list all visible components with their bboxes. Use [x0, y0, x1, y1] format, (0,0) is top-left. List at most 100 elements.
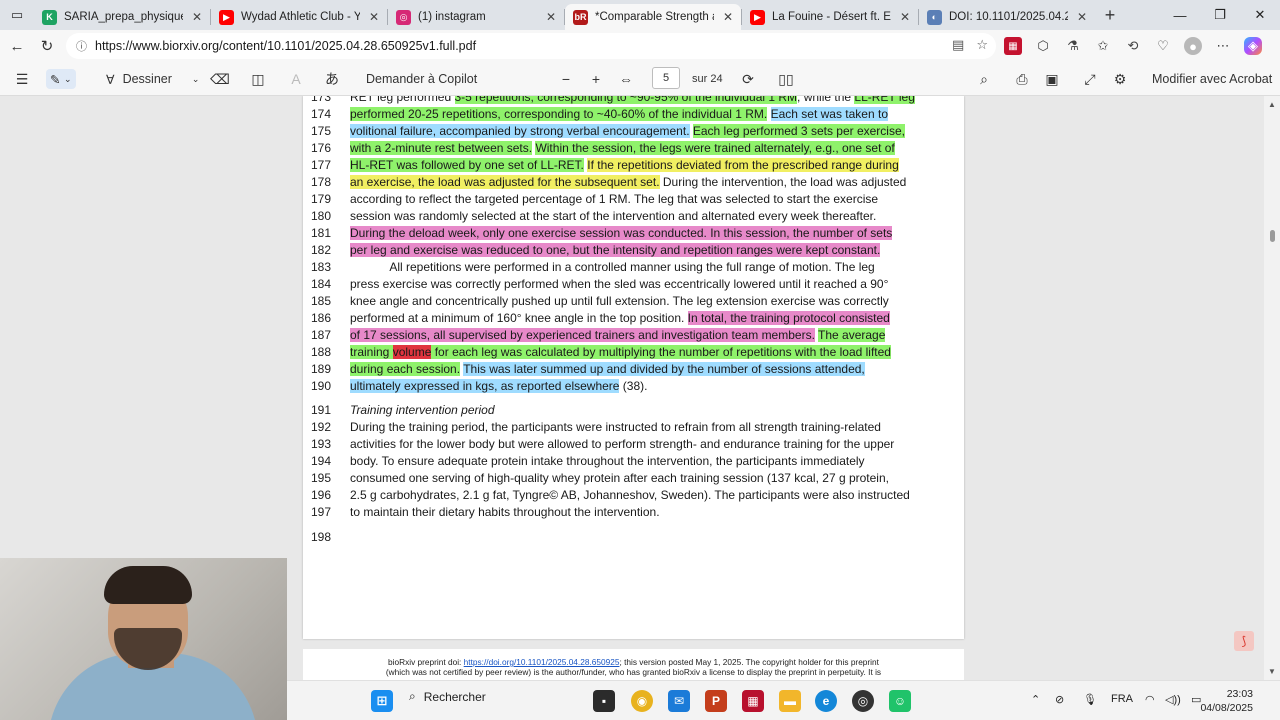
line-text[interactable]: ultimately expressed in kgs, as reported… — [350, 378, 647, 395]
tab-close-icon[interactable]: ✕ — [898, 10, 912, 24]
highlight-tool-button[interactable]: ✎ ⌄ — [46, 69, 76, 89]
volume-icon[interactable]: ◁)) — [1165, 693, 1181, 706]
page-number-input[interactable]: 5 — [652, 67, 680, 89]
address-bar[interactable]: ⓘ https://www.biorxiv.org/content/10.110… — [66, 33, 996, 59]
scrollbar-thumb[interactable] — [1270, 230, 1275, 242]
ask-copilot-button[interactable]: Demander à Copilot — [366, 69, 477, 89]
network-offline-icon[interactable]: ⊘ — [1055, 693, 1064, 706]
pdf-extension-icon[interactable]: ▦ — [1004, 37, 1022, 55]
tab-close-icon[interactable]: ✕ — [544, 10, 558, 24]
pdf-next-page[interactable]: bioRxiv preprint doi: https://doi.org/10… — [303, 649, 964, 680]
line-text[interactable]: body. To ensure adequate protein intake … — [350, 453, 865, 470]
copilot-icon[interactable]: ◈ — [1244, 37, 1262, 55]
line-text[interactable]: an exercise, the load was adjusted for t… — [350, 174, 906, 191]
task-view-icon[interactable]: ▪ — [593, 690, 615, 712]
start-windows-icon[interactable]: ⊞ — [371, 690, 393, 712]
wifi-icon[interactable]: ◠ — [1145, 693, 1155, 706]
url-text[interactable]: https://www.biorxiv.org/content/10.1101/… — [95, 39, 476, 53]
chrome-icon[interactable]: ◉ — [631, 690, 653, 712]
tab-close-icon[interactable]: ✕ — [1075, 10, 1089, 24]
line-text[interactable]: volitional failure, accompanied by stron… — [350, 123, 905, 140]
browser-tab[interactable]: ◐ DOI: 10.1101/2025.04.28.65 ✕ — [919, 4, 1095, 30]
line-text[interactable]: performed at a minimum of 160° knee angl… — [350, 310, 890, 327]
favorite-star-icon[interactable]: ☆ — [976, 37, 988, 53]
line-text[interactable]: per leg and exercise was reduced to one,… — [350, 242, 881, 259]
zoom-out-icon[interactable]: − — [556, 69, 576, 89]
tab-close-icon[interactable]: ✕ — [721, 10, 735, 24]
favorites-icon[interactable]: ✩ — [1094, 37, 1112, 55]
blue-app-icon[interactable]: ✉ — [668, 690, 690, 712]
microphone-icon[interactable]: 🎙 — [1083, 693, 1097, 706]
browser-tab[interactable]: ▶ Wydad Athletic Club - YouTu ✕ — [211, 4, 387, 30]
language-indicator[interactable]: FRA — [1111, 693, 1133, 705]
tab-close-icon[interactable]: ✕ — [367, 10, 381, 24]
minimize-icon[interactable]: — — [1160, 0, 1200, 30]
browser-tab[interactable]: K SARIA_prepa_physique Stre ✕ — [34, 4, 210, 30]
translate-icon[interactable]: あ — [322, 69, 342, 89]
line-text[interactable]: consumed one serving of high-quality whe… — [350, 470, 889, 487]
profile-avatar[interactable]: ● — [1184, 37, 1202, 55]
eraser-icon[interactable]: ⌫ — [210, 69, 230, 89]
new-tab-button[interactable]: + — [1095, 5, 1125, 26]
line-text[interactable]: session was randomly selected at the sta… — [350, 208, 876, 225]
zoom-in-icon[interactable]: + — [586, 69, 606, 89]
line-text[interactable]: during each session. This was later summ… — [350, 361, 865, 378]
edit-with-acrobat-button[interactable]: Modifier avec Acrobat — [1152, 69, 1272, 89]
refresh-icon[interactable]: ↻ — [32, 31, 62, 61]
line-text[interactable]: with a 2-minute rest between sets. Withi… — [350, 140, 895, 157]
view-sidebar-icon[interactable]: ◫ — [248, 69, 268, 89]
settings-gear-icon[interactable]: ⚙ — [1110, 69, 1130, 89]
read-aloud-icon[interactable]: A — [286, 69, 306, 89]
line-text[interactable]: press exercise was correctly performed w… — [350, 276, 888, 293]
line-text[interactable]: 2.5 g carbohydrates, 2.1 g fat, Tyngre© … — [350, 487, 910, 504]
line-text[interactable]: activities for the lower body but were a… — [350, 436, 894, 453]
doi-link[interactable]: https://doi.org/10.1101/2025.04.28.65092… — [464, 657, 620, 667]
line-text[interactable]: All repetitions were performed in a cont… — [350, 259, 874, 276]
fit-page-icon[interactable]: ⇔ — [616, 69, 636, 89]
line-text[interactable]: RET leg performed 3-5 repetitions, corre… — [350, 96, 915, 106]
save-icon[interactable]: ▣ — [1042, 69, 1062, 89]
line-text[interactable]: knee angle and concentrically pushed up … — [350, 293, 889, 310]
back-icon[interactable]: ← — [2, 31, 32, 61]
red-app-icon[interactable]: ▦ — [742, 690, 764, 712]
vertical-scrollbar[interactable]: ▲ ▼ — [1264, 96, 1280, 680]
extensions-icon[interactable]: ⬡ — [1034, 37, 1052, 55]
line-text[interactable]: training volume for each leg was calcula… — [350, 344, 891, 361]
reading-mode-icon[interactable]: ▤ — [952, 37, 964, 53]
site-info-icon[interactable]: ⓘ — [76, 38, 87, 54]
draw-tool-button[interactable]: ∀ Dessiner ⌄ — [106, 69, 199, 89]
line-text[interactable]: HL-RET was followed by one set of LL-RET… — [350, 157, 899, 174]
fullscreen-icon[interactable]: ⤢ — [1080, 69, 1100, 89]
tab-close-icon[interactable]: ✕ — [190, 10, 204, 24]
taskbar-clock[interactable]: 23:03 04/08/2025 — [1200, 687, 1253, 715]
browser-essentials-icon[interactable]: ♡ — [1154, 37, 1172, 55]
file-explorer-icon[interactable]: ▬ — [779, 690, 801, 712]
scroll-up-icon[interactable]: ▲ — [1268, 100, 1276, 109]
scroll-down-icon[interactable]: ▼ — [1268, 667, 1276, 676]
close-window-icon[interactable]: ✕ — [1240, 0, 1280, 30]
line-text[interactable]: according to reflect the targeted percen… — [350, 191, 878, 208]
browser-tab[interactable]: ▶ La Fouine - Désert ft. ElGran ✕ — [742, 4, 918, 30]
line-text[interactable]: performed 20-25 repetitions, correspondi… — [350, 106, 888, 123]
search-icon[interactable]: ⌕ — [974, 69, 994, 89]
line-text[interactable]: During the deload week, only one exercis… — [350, 225, 893, 242]
contents-menu-icon[interactable]: ☰ — [12, 69, 32, 89]
taskbar-search[interactable]: ⌕ Rechercher — [409, 689, 486, 704]
browser-tab[interactable]: bR *Comparable Strength and H ✕ — [565, 4, 741, 30]
tab-actions-icon[interactable]: ▭ — [0, 0, 34, 30]
more-options-icon[interactable]: ⋯ — [1214, 37, 1232, 55]
browser-tab[interactable]: ◎ (1) instagram ✕ — [388, 4, 564, 30]
print-icon[interactable]: ⎙ — [1012, 69, 1032, 89]
maximize-icon[interactable]: ❐ — [1200, 0, 1240, 30]
acrobat-icon[interactable]: ⟆ — [1234, 631, 1254, 651]
split-screen-icon[interactable]: ⚗ — [1064, 37, 1082, 55]
show-hidden-icons-icon[interactable]: ⌃ — [1031, 693, 1040, 706]
edge-icon[interactable]: e — [815, 690, 837, 712]
line-text[interactable]: to maintain their dietary habits through… — [350, 504, 660, 521]
powerpoint-icon[interactable]: P — [705, 690, 727, 712]
rotate-icon[interactable]: ⟳ — [738, 69, 758, 89]
obs-icon[interactable]: ◎ — [852, 690, 874, 712]
line-text[interactable]: During the training period, the particip… — [350, 419, 881, 436]
page-view-icon[interactable]: ▯▯ — [776, 69, 796, 89]
green-app-icon[interactable]: ☺ — [889, 690, 911, 712]
